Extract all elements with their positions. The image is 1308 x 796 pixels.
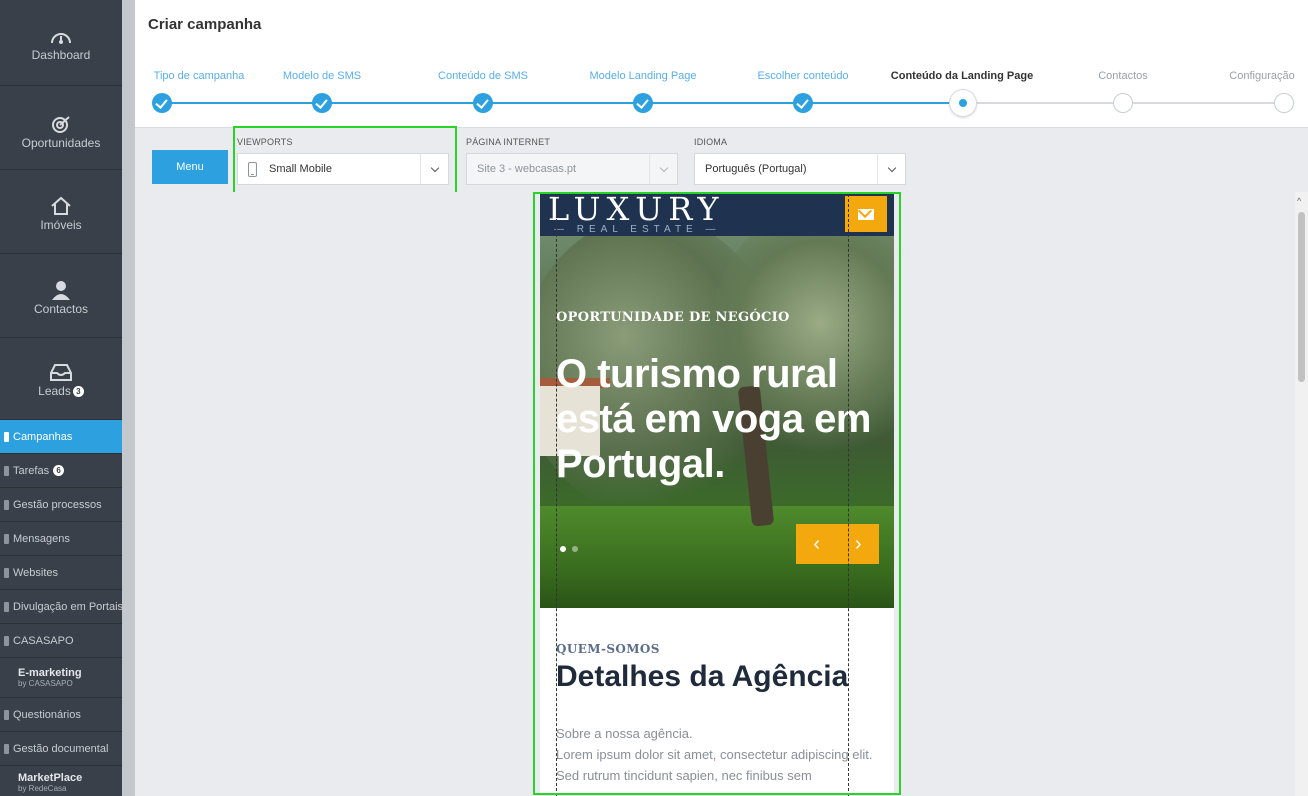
idioma-label: IDIOMA — [694, 137, 728, 147]
sidebar-item-contactos[interactable]: Contactos — [0, 254, 122, 338]
wizard-step-current-icon — [950, 90, 976, 116]
wizard-step-label: Configuração — [1229, 70, 1295, 82]
process-icon — [4, 499, 9, 510]
idioma-value: Português (Portugal) — [705, 163, 807, 175]
sidebar-item-label-wrap: Leads 3 — [0, 384, 122, 398]
sidebar-item-questionarios[interactable]: Questionários — [0, 698, 122, 732]
wizard-step-check-icon[interactable] — [633, 93, 653, 113]
chevron-down-icon — [649, 154, 677, 184]
sidebar-item-label: Divulgação em Portais — [13, 600, 122, 613]
sidebar-item-label: Contactos — [33, 302, 89, 316]
sidebar-item-label: Oportunidades — [21, 136, 101, 150]
sidebar-item-tarefas[interactable]: Tarefas 6 — [0, 454, 122, 488]
chevron-down-icon[interactable] — [877, 154, 905, 184]
wizard-progress-line — [162, 102, 962, 104]
menu-button[interactable]: Menu — [152, 150, 228, 184]
sidebar-item-label: CASASAPO — [13, 634, 74, 647]
header — [135, 0, 1308, 128]
sidebar-item-label: E-marketing — [18, 667, 82, 679]
sidebar-item-leads[interactable]: Leads 3 — [0, 338, 122, 420]
sidebar-item-label: Tarefas — [13, 464, 50, 477]
sidebar-item-label: Gestão documental — [13, 742, 109, 755]
sidebar-item-label: Gestão processos — [13, 498, 102, 511]
scroll-up-arrow-icon[interactable]: ^ — [1297, 196, 1301, 206]
portal-icon — [4, 601, 9, 612]
form-icon — [4, 709, 9, 720]
dashboard-icon — [51, 33, 71, 44]
wizard-step-label: Contactos — [1098, 70, 1148, 82]
cut-off-text: TE- — [900, 246, 915, 256]
sidebar-item-mensagens[interactable]: Mensagens — [0, 522, 122, 556]
sidebar-item-label: Leads — [38, 384, 71, 398]
wizard-step-check-icon[interactable] — [473, 93, 493, 113]
leads-badge: 3 — [72, 386, 84, 397]
sidebar-item-divulgacao[interactable]: Divulgação em Portais — [0, 590, 122, 624]
house-icon — [51, 196, 71, 215]
sidebar-item-label: Dashboard — [31, 48, 91, 62]
globe-icon — [4, 567, 9, 578]
viewport-highlight-box — [233, 126, 457, 201]
wizard-step-label[interactable]: Modelo de SMS — [283, 70, 361, 82]
message-icon — [4, 533, 9, 544]
sidebar-item-label: Campanhas — [13, 430, 73, 443]
inbox-icon — [50, 364, 72, 381]
wizard-step-check-icon[interactable] — [152, 93, 172, 113]
wizard-step-check-icon[interactable] — [312, 93, 332, 113]
wizard-step-label-current: Conteúdo da Landing Page — [890, 70, 1034, 82]
sidebar-item-oportunidades[interactable]: Oportunidades — [0, 86, 122, 170]
sidebar-item-dashboard[interactable]: Dashboard — [0, 0, 122, 86]
idioma-select[interactable]: Português (Portugal) — [694, 153, 906, 185]
wizard-step-pending-icon — [1113, 93, 1133, 113]
person-icon — [52, 281, 70, 300]
sidebar-item-campanhas[interactable]: Campanhas — [0, 420, 122, 454]
tasks-icon — [4, 465, 9, 476]
wizard-step-label[interactable]: Conteúdo de SMS — [438, 70, 528, 82]
sidebar-item-gestao-processos[interactable]: Gestão processos — [0, 488, 122, 522]
sidebar-item-label: Websites — [13, 566, 59, 579]
document-icon — [4, 743, 9, 754]
sidebar-item-websites[interactable]: Websites — [0, 556, 122, 590]
sidebar-item-imoveis[interactable]: Imóveis — [0, 170, 122, 254]
sidebar: Dashboard Oportunidades Imóveis Contacto… — [0, 0, 122, 796]
wizard-step-label[interactable]: Tipo de campanha — [154, 70, 245, 82]
sidebar-item-e-marketing[interactable]: E-marketing by CASASAPO — [0, 658, 122, 698]
casasapo-icon — [4, 635, 9, 646]
pagina-internet-select: Site 3 - webcasas.pt — [466, 153, 678, 185]
wizard-step-pending-icon — [1274, 93, 1294, 113]
mobile-highlight-box — [533, 192, 901, 795]
target-icon — [52, 116, 70, 133]
sidebar-item-label: Imóveis — [40, 218, 82, 232]
sidebar-item-marketplace[interactable]: MarketPlace by RedeCasa — [0, 766, 122, 796]
campaign-icon — [4, 431, 9, 442]
sidebar-item-casasapo[interactable]: CASASAPO — [0, 624, 122, 658]
sidebar-item-gestao-documental[interactable]: Gestão documental — [0, 732, 122, 766]
pagina-internet-value: Site 3 - webcasas.pt — [477, 163, 577, 175]
wizard-step-check-icon[interactable] — [793, 93, 813, 113]
pagina-internet-label: PÁGINA INTERNET — [466, 137, 551, 147]
tarefas-badge: 6 — [53, 465, 65, 476]
wizard-step-label[interactable]: Escolher conteúdo — [757, 70, 848, 82]
sidebar-item-label: MarketPlace — [18, 772, 83, 784]
sidebar-item-label: Mensagens — [13, 532, 70, 545]
sidebar-item-sublabel: by RedeCasa — [18, 784, 67, 793]
preview-scrollbar-thumb[interactable] — [1298, 212, 1305, 382]
sidebar-resize-strip — [122, 0, 135, 796]
sidebar-item-label: Questionários — [13, 708, 81, 721]
wizard-step-label[interactable]: Modelo Landing Page — [589, 70, 696, 82]
sidebar-item-sublabel: by CASASAPO — [18, 679, 73, 688]
page-title: Criar campanha — [148, 16, 262, 33]
